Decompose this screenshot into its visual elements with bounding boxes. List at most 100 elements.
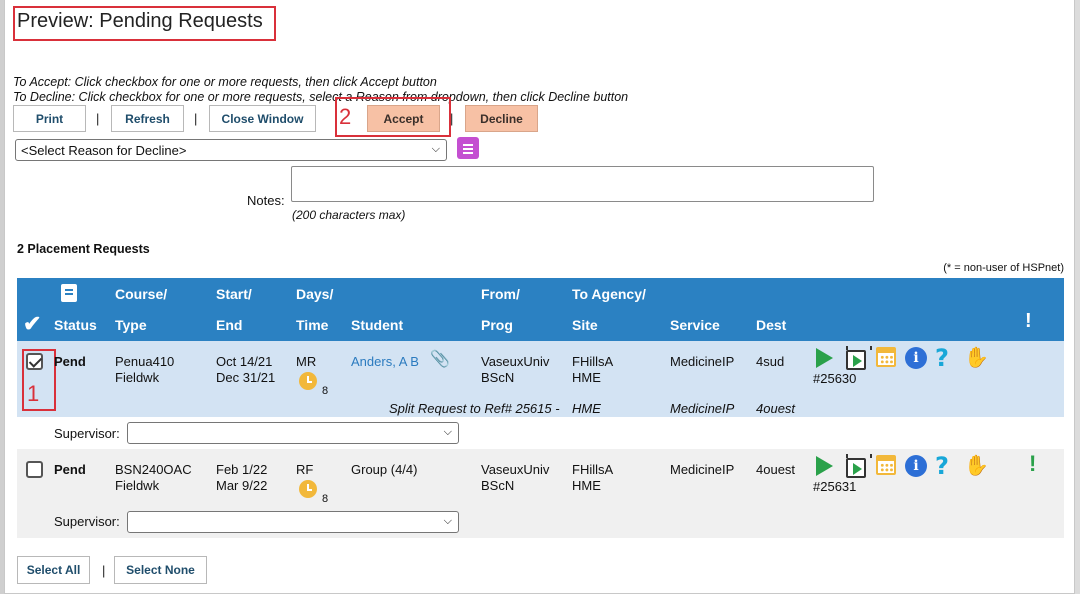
checkmark-icon[interactable]: ✔	[23, 311, 41, 337]
calendar-icon[interactable]	[876, 455, 896, 475]
calendar-icon[interactable]	[876, 347, 896, 367]
decline-reason-select[interactable]: <Select Reason for Decline> ⌵	[15, 139, 447, 161]
row-ref: #25630	[813, 371, 857, 386]
column-agency: To Agency/	[572, 286, 646, 302]
row-end: Mar 9/22	[216, 478, 268, 493]
row-site: HME	[572, 478, 601, 493]
split-service: MedicineIP	[670, 401, 735, 416]
row-type: Fieldwk	[115, 370, 160, 385]
annotation-number-1: 1	[27, 381, 40, 406]
supervisor-select[interactable]: ⌵	[127, 422, 459, 444]
chevron-down-icon: ⌵	[443, 515, 452, 527]
column-type: Type	[115, 317, 147, 333]
notes-textarea[interactable]	[291, 166, 874, 202]
row-hours: 8	[322, 493, 329, 505]
clock-icon	[299, 480, 317, 498]
row-dest: 4ouest	[756, 462, 796, 477]
row-days: RF	[296, 462, 314, 477]
toolbar-separator: |	[450, 111, 454, 126]
toolbar-separator: |	[96, 111, 100, 126]
row-prog: BScN	[481, 370, 515, 385]
supervisor-label: Supervisor:	[54, 426, 120, 441]
book-icon	[61, 284, 77, 302]
help-icon[interactable]: ?	[931, 454, 953, 478]
column-end: End	[216, 317, 243, 333]
row-ref: #25631	[813, 479, 857, 494]
split-site: HME	[572, 401, 601, 416]
row-checkbox[interactable]	[26, 461, 43, 478]
chevron-down-icon: ⌵	[431, 143, 440, 155]
row-course: BSN240OAC	[115, 462, 192, 477]
accept-button[interactable]: Accept	[367, 105, 440, 132]
column-site: Site	[572, 317, 598, 333]
split-request-text: Split Request to Ref# 25615 -	[389, 401, 560, 416]
film-icon[interactable]	[846, 454, 872, 478]
decline-button[interactable]: Decline	[465, 105, 538, 132]
notes-label: Notes:	[247, 193, 285, 208]
chevron-down-icon: ⌵	[443, 426, 452, 438]
row-type: Fieldwk	[115, 478, 160, 493]
non-user-note: (* = non-user of HSPnet)	[943, 262, 1064, 274]
split-dest: 4ouest	[756, 401, 796, 416]
supervisor-label: Supervisor:	[54, 514, 120, 529]
table-header	[17, 278, 1064, 341]
row-prog: BScN	[481, 478, 515, 493]
row-course: Penua410	[115, 354, 175, 369]
row-site: HME	[572, 370, 601, 385]
decline-reason-value: <Select Reason for Decline>	[21, 142, 187, 158]
row-from: VaseuxUniv	[481, 462, 550, 477]
info-icon[interactable]: i	[905, 347, 927, 369]
requests-count: 2 Placement Requests	[17, 242, 150, 256]
info-icon[interactable]: i	[905, 455, 927, 477]
clock-icon	[299, 372, 317, 390]
help-icon[interactable]: ?	[931, 346, 953, 370]
column-dest: Dest	[756, 317, 787, 333]
alert-icon: !	[1025, 310, 1032, 332]
select-none-button[interactable]: Select None	[114, 556, 207, 584]
toolbar-separator: |	[194, 111, 198, 126]
accept-instructions: To Accept: Click checkbox for one or mor…	[13, 75, 437, 89]
row-days: MR	[296, 354, 317, 369]
decline-instructions: To Decline: Click checkbox for one or mo…	[13, 90, 629, 104]
row-status: Pend	[54, 354, 86, 369]
column-status: Status	[54, 317, 97, 333]
hand-icon[interactable]: ✋	[964, 347, 989, 369]
column-days: Days/	[296, 286, 334, 302]
play-icon[interactable]	[816, 348, 833, 368]
page-title: Preview: Pending Requests	[17, 10, 263, 32]
row-service: MedicineIP	[670, 354, 735, 369]
book-icon[interactable]	[457, 137, 479, 159]
column-time: Time	[296, 317, 329, 333]
column-course: Course/	[115, 286, 168, 302]
row-start: Feb 1/22	[216, 462, 268, 477]
close-window-button[interactable]: Close Window	[209, 105, 316, 132]
column-from: From/	[481, 286, 520, 302]
column-start: Start/	[216, 286, 252, 302]
hand-icon[interactable]: ✋	[964, 455, 989, 477]
row-status: Pend	[54, 462, 86, 477]
row-student: Group (4/4)	[351, 462, 418, 477]
student-link[interactable]: Anders, A B	[351, 354, 419, 370]
film-icon[interactable]	[846, 346, 872, 370]
row-end: Dec 31/21	[216, 370, 276, 385]
alert-icon: !	[1029, 451, 1037, 476]
row-agency: FHillsA	[572, 354, 614, 369]
column-prog: Prog	[481, 317, 513, 333]
row-start: Oct 14/21	[216, 354, 273, 369]
column-student: Student	[351, 317, 404, 333]
paperclip-icon[interactable]: 📎	[430, 349, 450, 369]
row-hours: 8	[322, 385, 329, 397]
notes-hint: (200 characters max)	[292, 208, 406, 222]
play-icon[interactable]	[816, 456, 833, 476]
refresh-button[interactable]: Refresh	[111, 105, 184, 132]
select-all-button[interactable]: Select All	[17, 556, 90, 584]
row-checkbox[interactable]	[26, 353, 43, 370]
column-service: Service	[670, 317, 720, 333]
row-from: VaseuxUniv	[481, 354, 550, 369]
footer-separator: |	[102, 563, 106, 578]
row-service: MedicineIP	[670, 462, 735, 477]
row-agency: FHillsA	[572, 462, 614, 477]
print-button[interactable]: Print	[13, 105, 86, 132]
supervisor-select[interactable]: ⌵	[127, 511, 459, 533]
pending-requests-dialog: Preview: Pending Requests To Accept: Cli…	[4, 0, 1075, 594]
